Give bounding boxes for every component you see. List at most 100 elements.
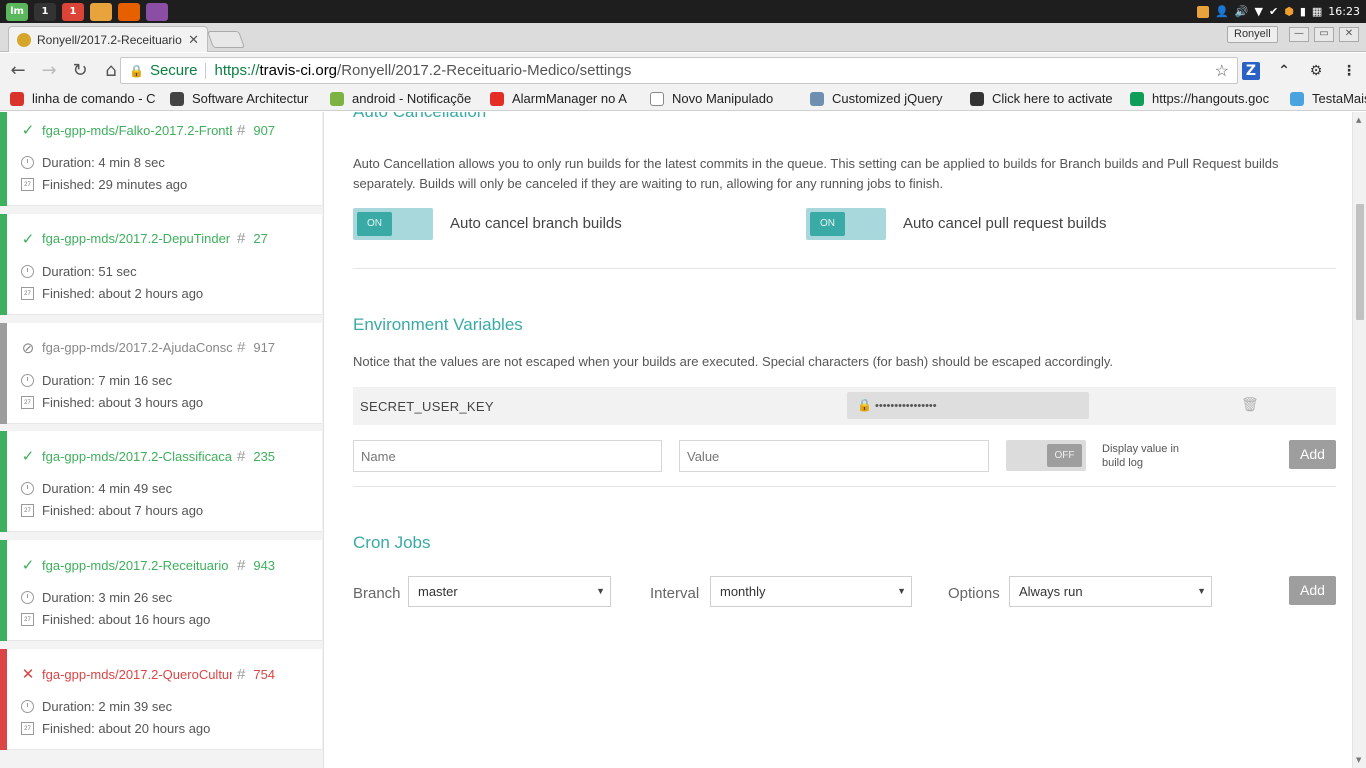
build-repo-link[interactable]: fga-gpp-mds/2017.2-AjudaConsciente xyxy=(42,340,232,355)
zotero-extension-icon[interactable]: Z xyxy=(1242,62,1260,80)
browser-tab[interactable]: Ronyell/2017.2-Receituario-Medico ✕ xyxy=(8,26,208,52)
build-repo-link[interactable]: fga-gpp-mds/2017.2-Receituario xyxy=(42,558,232,573)
auto-cancel-pr-toggle[interactable]: ON xyxy=(806,208,886,240)
folder-tray-icon[interactable] xyxy=(1197,5,1210,18)
trash-icon[interactable]: 🗑 xyxy=(1241,396,1259,413)
address-bar[interactable]: 🔒 Secure https://travis-ci.org/Ronyell/2… xyxy=(120,57,1238,84)
build-repo-link[interactable]: fga-gpp-mds/2017.2-DepuTinder xyxy=(42,231,232,246)
bookmark-item[interactable]: linha de comando - C xyxy=(10,91,160,106)
bookmark-label: AlarmManager no A xyxy=(512,91,627,106)
minimize-button[interactable]: — xyxy=(1289,27,1309,42)
app-label: 1 xyxy=(41,6,49,17)
browser-toolbar: ← → ↻ ⌂ 🔒 Secure https://travis-ci.org/R… xyxy=(0,53,1366,87)
cron-options-select[interactable]: Always run ▼ xyxy=(1009,576,1212,607)
build-repo-link[interactable]: fga-gpp-mds/2017.2-Classificacao xyxy=(42,449,232,464)
clipboard-icon[interactable]: ✔ xyxy=(1269,5,1278,18)
build-repo-link[interactable]: fga-gpp-mds/Falko-2017.2-FrontEnd xyxy=(42,123,232,138)
auto-cancellation-description: Auto Cancellation allows you to only run… xyxy=(353,156,1279,191)
toggle-knob: ON xyxy=(810,212,845,236)
maximize-button[interactable]: ▭ xyxy=(1314,27,1334,42)
build-finished: 27 Finished: about 2 hours ago xyxy=(20,286,203,301)
bookmark-item[interactable]: Software Architectur xyxy=(170,91,320,106)
toggle-knob: OFF xyxy=(1047,444,1082,467)
terminal-icon[interactable]: 1 xyxy=(34,2,56,21)
volume-icon[interactable]: 🔊 xyxy=(1235,5,1249,18)
add-cron-button[interactable]: Add xyxy=(1289,576,1336,605)
add-env-var-button[interactable]: Add xyxy=(1289,440,1336,469)
firefox-icon[interactable] xyxy=(118,2,140,21)
bookmark-item[interactable]: TestaMais xyxy=(1290,91,1366,106)
scroll-up-icon[interactable]: ▲ xyxy=(1356,116,1361,124)
os-panel: lm 1 1 👤 🔊 ▼ ✔ ⬢ ▮ ▦ 16:23 xyxy=(0,0,1366,23)
editor-icon[interactable] xyxy=(146,2,168,21)
build-number[interactable]: 907 xyxy=(253,123,275,138)
calendar-icon: 27 xyxy=(20,721,35,736)
build-card[interactable]: ✓ fga-gpp-mds/2017.2-DepuTinder #27 Duratio… xyxy=(0,213,322,315)
page-scrollbar[interactable]: ▲ ▼ xyxy=(1352,112,1366,768)
recent-builds-sidebar: ✓ fga-gpp-mds/Falko-2017.2-FrontEnd #907 Du… xyxy=(0,112,324,768)
close-window-button[interactable]: ✕ xyxy=(1339,27,1359,42)
calendar-grid-icon[interactable]: ▦ xyxy=(1312,5,1322,18)
build-number[interactable]: 917 xyxy=(253,340,275,355)
build-card[interactable]: ⊘ fga-gpp-mds/2017.2-AjudaConsciente #917 D… xyxy=(0,322,322,424)
build-card[interactable]: ✕ fga-gpp-mds/2017.2-QueroCultura #754 Dura… xyxy=(0,649,322,750)
app-label: 1 xyxy=(69,6,77,17)
jquery-icon xyxy=(810,91,824,106)
display-value-toggle[interactable]: OFF xyxy=(1006,440,1086,471)
chrome-icon[interactable]: 1 xyxy=(62,2,84,21)
cron-branch-select[interactable]: master ▼ xyxy=(408,576,611,607)
bookmark-item[interactable]: Click here to activate xyxy=(970,91,1120,106)
profile-button[interactable]: Ronyell xyxy=(1227,26,1278,43)
linux-mint-icon[interactable]: lm xyxy=(6,2,28,21)
files-icon[interactable] xyxy=(90,2,112,21)
build-number[interactable]: 754 xyxy=(253,667,275,682)
build-card[interactable]: ✓ fga-gpp-mds/2017.2-Receituario #943 Durat… xyxy=(0,540,322,642)
forward-icon[interactable]: → xyxy=(35,56,63,84)
env-name-input[interactable] xyxy=(353,440,662,472)
auto-cancel-branch-toggle[interactable]: ON xyxy=(353,208,433,240)
hash-icon: # xyxy=(237,665,246,683)
scrollbar-thumb[interactable] xyxy=(1356,204,1364,320)
settings-gear-icon[interactable]: ⚙ xyxy=(1307,62,1325,80)
build-duration-text: Duration: 7 min 16 sec xyxy=(42,372,173,388)
bookmark-item[interactable]: Customized jQuery xyxy=(810,91,960,106)
build-header: ✓ fga-gpp-mds/2017.2-DepuTinder #27 xyxy=(20,230,268,248)
env-var-masked-value: •••••••••••••••• xyxy=(875,400,937,412)
back-icon[interactable]: ← xyxy=(4,56,32,84)
new-tab-button[interactable] xyxy=(206,31,246,48)
bookmark-item[interactable]: AlarmManager no A xyxy=(490,91,640,106)
build-card[interactable]: ✓ fga-gpp-mds/Falko-2017.2-FrontEnd #907 Du… xyxy=(0,112,322,206)
reload-icon[interactable]: ↻ xyxy=(66,56,94,84)
bookmark-item[interactable]: Novo Manipulado xyxy=(650,91,800,106)
close-tab-icon[interactable]: ✕ xyxy=(188,32,199,48)
cron-interval-select[interactable]: monthly ▼ xyxy=(710,576,912,607)
bookmark-star-icon[interactable]: ☆ xyxy=(1215,61,1229,81)
build-number[interactable]: 235 xyxy=(253,449,275,464)
env-value-input[interactable] xyxy=(679,440,989,472)
bookmark-item[interactable]: https://hangouts.goc xyxy=(1130,91,1280,106)
build-number[interactable]: 27 xyxy=(253,231,267,246)
build-duration: Duration: 51 sec xyxy=(20,264,137,279)
travis-favicon-icon xyxy=(17,32,31,47)
bookmark-item[interactable]: android - Notificaçõe xyxy=(330,91,480,106)
clock-icon xyxy=(20,373,35,388)
build-finished: 27 Finished: about 7 hours ago xyxy=(20,503,203,518)
build-card[interactable]: ✓ fga-gpp-mds/2017.2-Classificacao #235 Dur… xyxy=(0,431,322,533)
vpn-icon[interactable]: ⬢ xyxy=(1284,5,1294,18)
build-repo-link[interactable]: fga-gpp-mds/2017.2-QueroCultura xyxy=(42,667,232,682)
build-duration: Duration: 7 min 16 sec xyxy=(20,373,172,388)
url-host: travis-ci.org xyxy=(259,62,338,79)
scroll-down-icon[interactable]: ▼ xyxy=(1356,756,1361,764)
passed-status-icon: ✓ xyxy=(21,230,35,248)
build-number[interactable]: 943 xyxy=(253,558,275,573)
bookmark-label: android - Notificaçõe xyxy=(352,91,472,106)
build-header: ⊘ fga-gpp-mds/2017.2-AjudaConsciente #917 xyxy=(20,339,275,357)
user-icon[interactable]: 👤 xyxy=(1215,5,1229,18)
battery-icon[interactable]: ▮ xyxy=(1300,5,1306,18)
env-var-row: SECRET_USER_KEY 🔒 •••••••••••••••• 🗑 xyxy=(353,387,1336,425)
failed-status-icon: ✕ xyxy=(21,666,35,683)
wifi-icon[interactable]: ▼ xyxy=(1255,5,1263,18)
menu-icon[interactable]: ⋮ xyxy=(1340,62,1358,80)
extension-wave-icon[interactable]: ⌃ xyxy=(1275,62,1293,80)
clock[interactable]: 16:23 xyxy=(1328,5,1360,18)
